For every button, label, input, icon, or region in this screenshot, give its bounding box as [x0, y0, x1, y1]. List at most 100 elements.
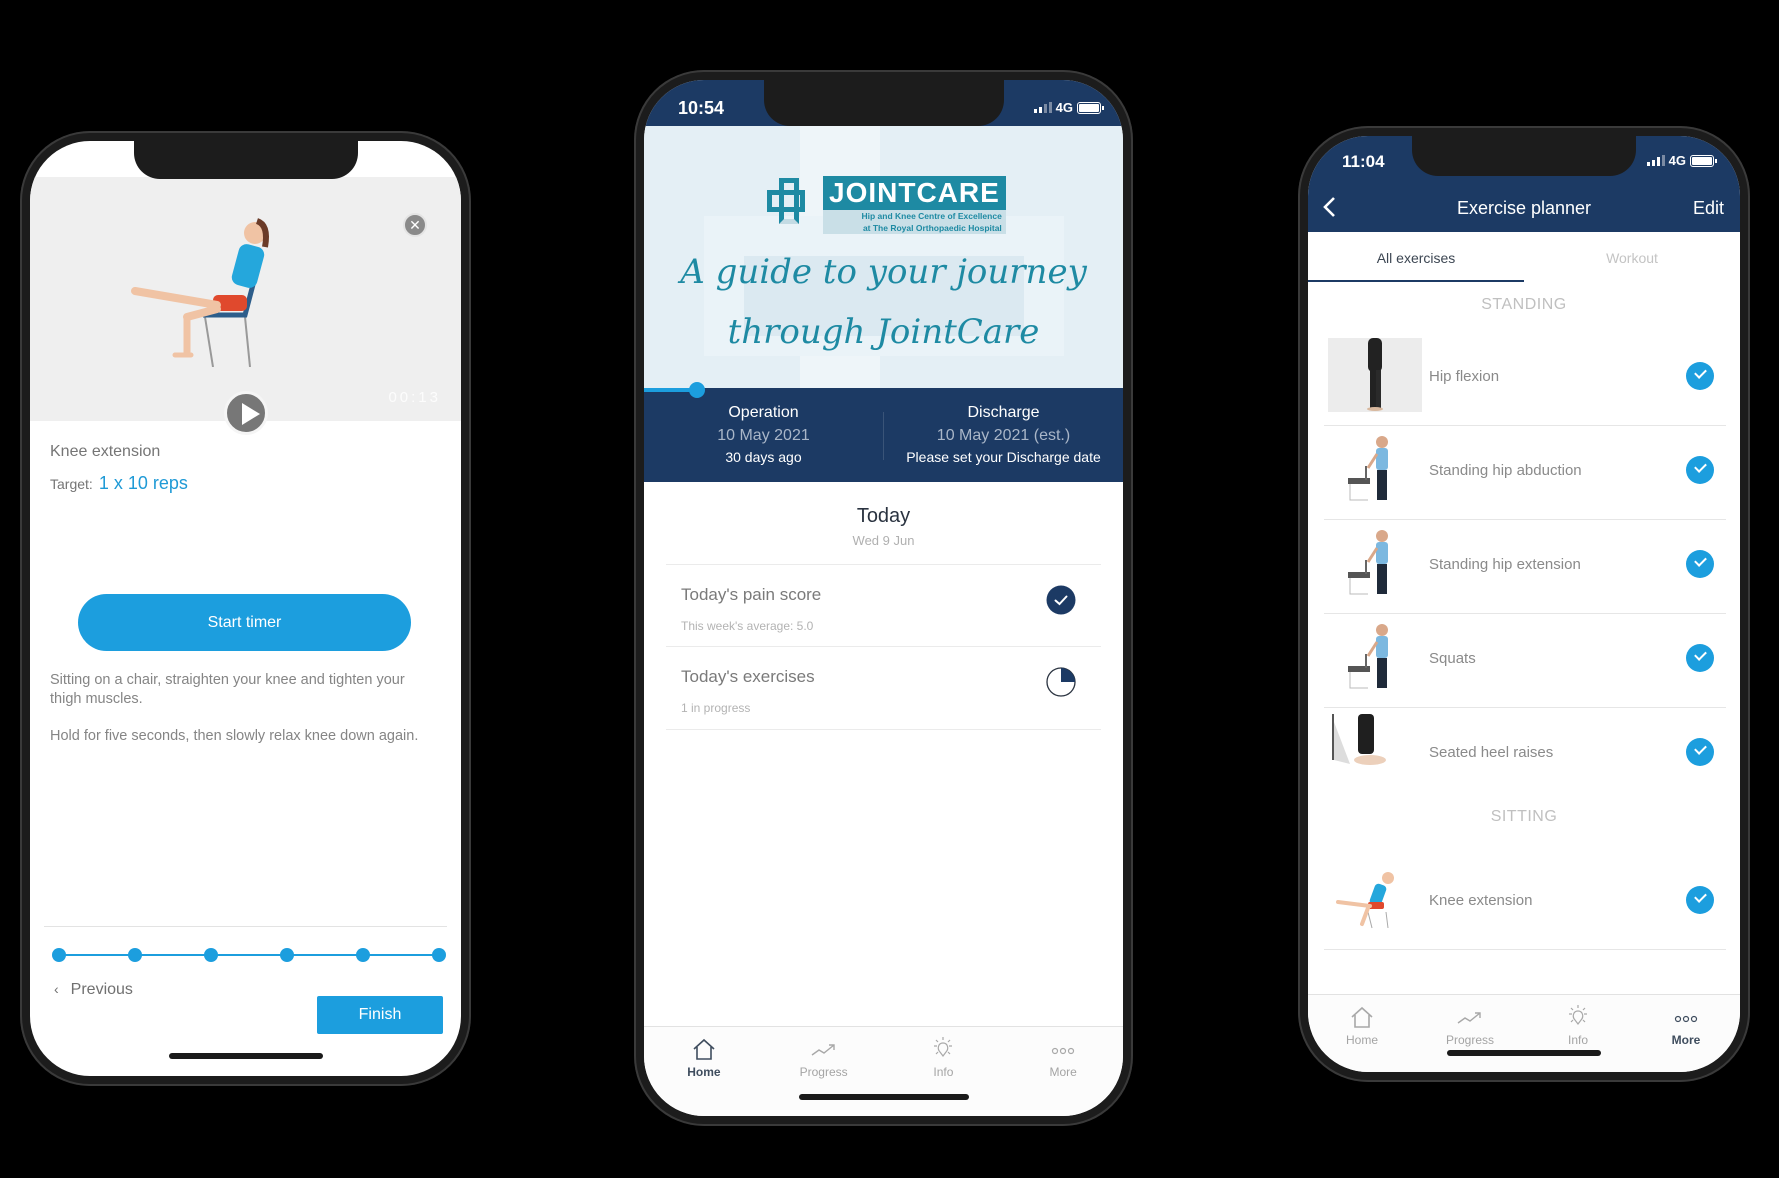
more-icon [1003, 1037, 1123, 1061]
hero-banner: JOINTCARE Hip and Knee Centre of Excelle… [644, 126, 1123, 390]
edit-button[interactable]: Edit [1693, 198, 1724, 219]
finish-button[interactable]: Finish [317, 996, 443, 1034]
logo-subtitle: Hip and Knee Centre of Excellence [823, 210, 1006, 222]
previous-button[interactable]: ‹ Previous [54, 981, 133, 999]
start-timer-button[interactable]: Start timer [78, 594, 411, 651]
notch [133, 141, 358, 179]
instruction-text: Sitting on a chair, straighten your knee… [50, 672, 405, 707]
exercise-thumbnail [1328, 526, 1422, 600]
phone-exercise-detail: ✕ 00:13 Knee extension Target: 1 x 10 rep… [20, 131, 471, 1086]
discharge-note[interactable]: Please set your Discharge date [884, 449, 1123, 465]
tab-home[interactable]: Home [644, 1027, 764, 1116]
home-indicator [168, 1053, 323, 1059]
stepper-dot[interactable] [432, 948, 446, 962]
screen: ✕ 00:13 Knee extension Target: 1 x 10 rep… [30, 141, 461, 1076]
check-circle-icon [1046, 585, 1076, 615]
tab-home[interactable]: Home [1308, 995, 1416, 1072]
status-indicators: 4G [1033, 100, 1104, 115]
logo-subtitle: at The Royal Orthopaedic Hospital [823, 222, 1006, 234]
card-subtitle: 1 in progress [681, 701, 751, 715]
instruction-text: Hold for five seconds, then slowly relax… [50, 728, 419, 744]
check-icon[interactable] [1686, 362, 1714, 390]
exercise-name: Standing hip abduction [1429, 462, 1582, 479]
today-title: Today [856, 505, 911, 527]
stepper-line [58, 954, 440, 956]
stepper-dot[interactable] [204, 948, 218, 962]
stepper-dot[interactable] [52, 948, 66, 962]
exercises-card[interactable]: Today's exercises 1 in progress [666, 647, 1101, 729]
operation-title: Operation [728, 404, 799, 421]
check-icon[interactable] [1686, 886, 1714, 914]
target-value: 1 x 10 reps [98, 473, 188, 493]
exercise-name: Seated heel raises [1429, 744, 1554, 761]
card-subtitle: This week's average: 5.0 [681, 619, 814, 633]
tab-all-exercises[interactable]: All exercises [1308, 232, 1524, 282]
previous-label: Previous [70, 981, 133, 998]
journey-progress-bar[interactable] [644, 382, 1123, 398]
check-icon[interactable] [1686, 738, 1714, 766]
pain-score-card[interactable]: Today's pain score This week's average: … [666, 565, 1101, 647]
dates-panel: Operation 10 May 2021 30 days ago Discha… [644, 390, 1123, 482]
divider [666, 729, 1101, 730]
check-icon[interactable] [1686, 644, 1714, 672]
tab-label: Info [1567, 1033, 1588, 1047]
exercise-row[interactable]: Seated heel raises [1324, 708, 1726, 802]
tagline: through JointCare [727, 312, 1040, 352]
check-icon[interactable] [1686, 550, 1714, 578]
exercise-row[interactable]: Hip flexion [1324, 332, 1726, 426]
exercise-row[interactable]: Squats [1324, 614, 1726, 708]
play-icon[interactable] [224, 391, 268, 435]
discharge-date: 10 May 2021 (est.) [936, 427, 1071, 444]
status-time: 10:54 [678, 98, 725, 118]
card-title: Today's pain score [681, 585, 822, 604]
exercise-name: Hip flexion [1429, 368, 1500, 385]
section-header: STANDING [1481, 296, 1567, 313]
segmented-tabs: All exercises Workout [1308, 232, 1740, 282]
today-date: Wed 9 Jun [852, 533, 915, 548]
exercise-row[interactable]: Knee extension [1324, 856, 1726, 950]
stepper-dot[interactable] [128, 948, 142, 962]
check-icon[interactable] [1686, 456, 1714, 484]
signal-icon [1033, 102, 1052, 113]
tab-info[interactable]: Info [884, 1027, 1004, 1116]
progress-stepper [52, 948, 446, 962]
home-indicator [798, 1094, 969, 1100]
tab-more[interactable]: More [1003, 1027, 1123, 1116]
network-label: 4G [1668, 153, 1686, 168]
tagline: A guide to your journey [680, 252, 1087, 292]
phone-home-screen: 10:54 4G JOINTCARE Hip and Knee Centre o… [634, 70, 1133, 1126]
lightbulb-icon [1524, 1005, 1632, 1029]
home-icon [644, 1037, 764, 1061]
pie-progress-icon [1046, 667, 1076, 697]
exercise-name: Standing hip extension [1429, 556, 1581, 573]
status-indicators: 4G [1646, 153, 1717, 168]
exercise-thumbnail [1328, 862, 1422, 936]
logo-title: JOINTCARE [823, 176, 1006, 210]
operation-info: Operation 10 May 2021 30 days ago [644, 390, 883, 482]
tab-progress[interactable]: Progress [764, 1027, 884, 1116]
tab-workout[interactable]: Workout [1524, 232, 1740, 282]
tab-label: More [1049, 1065, 1077, 1079]
tab-more[interactable]: More [1632, 995, 1740, 1072]
stepper-dot[interactable] [280, 948, 294, 962]
exercise-row[interactable]: Standing hip abduction [1324, 426, 1726, 520]
chevron-left-icon: ‹ [54, 981, 59, 997]
close-icon[interactable]: ✕ [403, 213, 427, 237]
operation-note: 30 days ago [725, 449, 802, 465]
tab-info[interactable]: Info [1524, 995, 1632, 1072]
exercise-name: Squats [1429, 650, 1476, 667]
exercise-video[interactable]: ✕ 00:13 [30, 177, 461, 435]
notch [1412, 136, 1636, 176]
notch [763, 80, 1004, 126]
stepper-dot[interactable] [356, 948, 370, 962]
network-label: 4G [1055, 100, 1073, 115]
journey-progress-knob[interactable] [688, 382, 705, 398]
lightbulb-icon [884, 1037, 1004, 1061]
discharge-info[interactable]: Discharge 10 May 2021 (est.) Please set … [884, 390, 1123, 482]
divider [1324, 949, 1726, 950]
home-icon [1308, 1005, 1416, 1029]
tab-progress[interactable]: Progress [1416, 995, 1524, 1072]
exercise-row[interactable]: Standing hip extension [1324, 520, 1726, 614]
status-time: 11:04 [1342, 152, 1385, 171]
exercise-thumbnail [1328, 714, 1422, 788]
